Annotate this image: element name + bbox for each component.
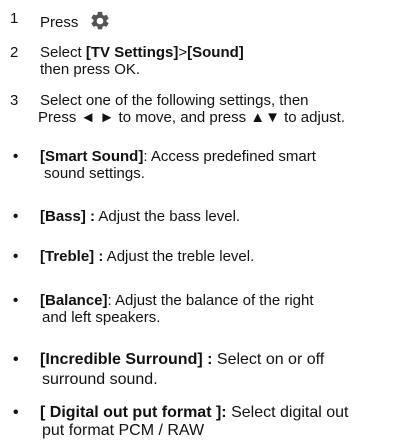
setting-desc: Select digital out	[226, 404, 349, 421]
setting-term: [Incredible Surround] :	[40, 351, 213, 368]
setting-term: [Smart Sound]	[40, 148, 144, 165]
setting-term: [Bass] :	[40, 208, 96, 225]
setting-desc-line2: put format PCM / RAW	[42, 422, 205, 439]
menu-path-separator: >	[178, 44, 188, 61]
setting-desc-line2: surround sound.	[42, 371, 158, 388]
bullet-mark: •	[13, 148, 19, 165]
menu-path-tv-settings: [TV Settings]	[85, 44, 179, 61]
setting-term: [Treble] :	[40, 248, 104, 265]
step-number: 3	[10, 92, 19, 109]
bullet-mark: •	[13, 208, 19, 225]
step-text-line2: then press OK.	[40, 61, 141, 78]
gear-icon	[90, 11, 109, 30]
step-text: Select	[40, 44, 86, 61]
bullet-mark: •	[13, 351, 19, 368]
menu-path-sound: [Sound]	[187, 44, 244, 61]
step-number: 1	[10, 10, 19, 27]
step-number: 2	[10, 44, 19, 61]
bullet-mark: •	[13, 248, 19, 265]
bullet-mark: •	[13, 404, 19, 421]
setting-term: [ Digital out put format ]:	[40, 404, 227, 421]
setting-desc: Adjust the bass level.	[95, 208, 241, 225]
setting-term: [Balance]	[40, 292, 108, 309]
setting-desc: : Access predefined smart	[143, 148, 316, 165]
setting-desc: : Adjust the balance of the right	[107, 292, 314, 309]
setting-desc-line2: and left speakers.	[42, 309, 161, 326]
step-text: Press	[40, 14, 79, 31]
setting-desc: Adjust the treble level.	[103, 248, 255, 265]
bullet-mark: •	[13, 292, 19, 309]
setting-desc-line2: sound settings.	[44, 165, 145, 182]
setting-desc: Select on or off	[212, 351, 325, 368]
step-text: Select one of the following settings, th…	[40, 92, 309, 109]
step-text-line2: Press ◄ ► to move, and press ▲▼ to adjus…	[38, 109, 346, 126]
